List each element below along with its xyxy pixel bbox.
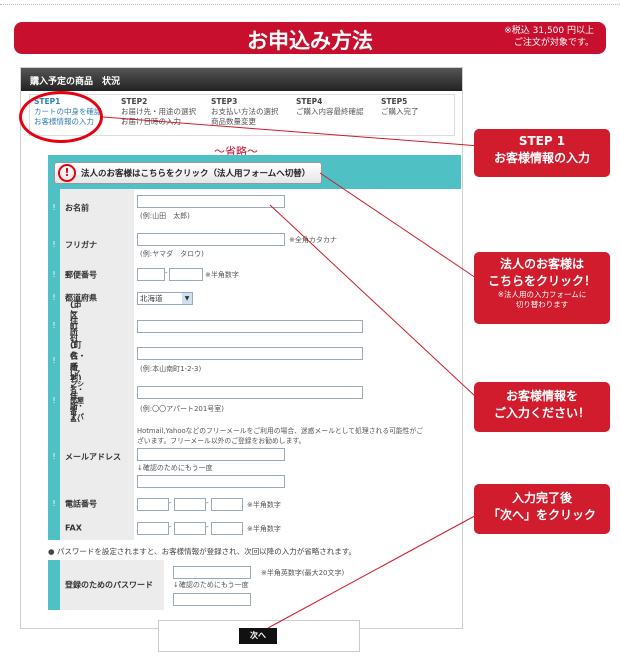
callout-next-line2: 「次へ」をクリック	[487, 508, 596, 522]
callout-next-line1: 入力完了後	[511, 491, 572, 505]
callout-step1-line2: お客様情報の入力	[493, 151, 590, 165]
callout-next: 入力完了後 「次へ」をクリック	[474, 484, 610, 534]
callout-input-line1: お客様情報を	[505, 389, 578, 403]
callout-step1: STEP 1 お客様情報の入力	[474, 129, 610, 177]
callout-connector-lines	[102, 116, 483, 629]
callout-corporate-line1: 法人のお客様は	[499, 257, 584, 271]
callout-corporate: 法人のお客様は こちらをクリック！ ※法人用の入力フォームに 切り替わります	[474, 252, 610, 324]
callout-step1-line1: STEP 1	[518, 134, 566, 148]
callout-corporate-note2: 切り替わります	[515, 300, 569, 309]
callout-corporate-line2: こちらをクリック！	[487, 274, 596, 288]
callout-input: お客様情報を ご入力ください！	[474, 382, 610, 432]
callout-input-line2: ご入力ください！	[493, 406, 590, 420]
callout-corporate-note1: ※法人用の入力フォームに	[497, 290, 587, 299]
